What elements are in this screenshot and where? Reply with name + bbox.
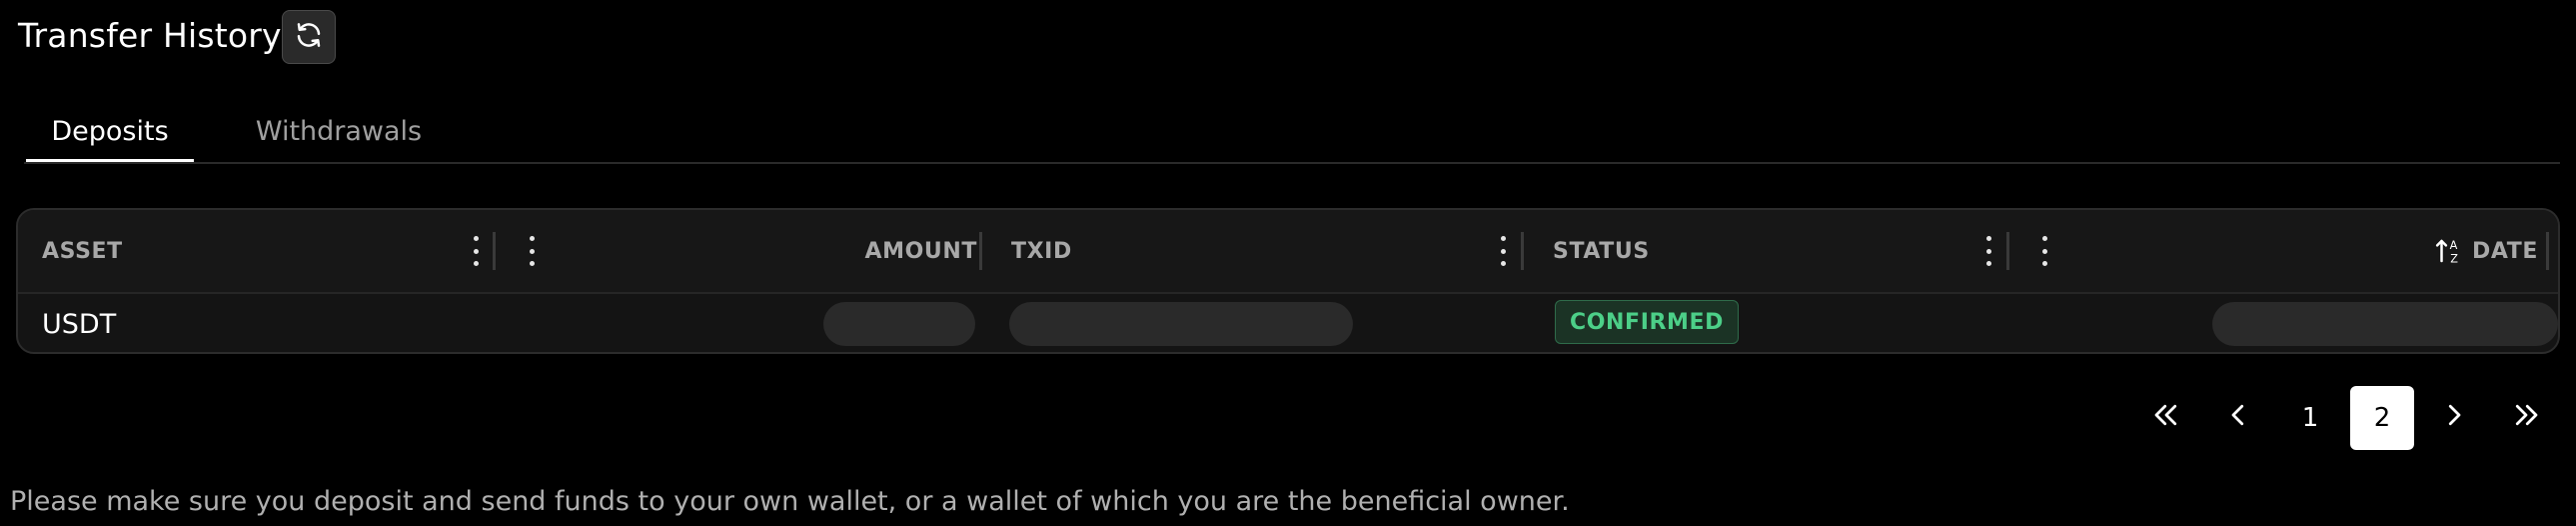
previous-page-button[interactable] xyxy=(2206,386,2270,450)
amount-column-menu-icon[interactable] xyxy=(526,236,538,266)
status-badge: CONFIRMED xyxy=(1555,300,1739,344)
chevron-left-icon xyxy=(2223,400,2253,437)
date-cell xyxy=(2212,302,2558,346)
page-title: Transfer History xyxy=(18,16,282,55)
column-header-txid[interactable]: TXID xyxy=(1011,210,1072,292)
column-resize-handle[interactable] xyxy=(1521,232,1524,270)
column-resize-handle[interactable] xyxy=(493,232,496,270)
column-header-asset[interactable]: ASSET xyxy=(42,210,123,292)
chevron-right-icon xyxy=(2439,400,2469,437)
tab-withdrawals[interactable]: Withdrawals xyxy=(234,110,444,162)
column-header-amount[interactable]: AMOUNT xyxy=(864,210,977,292)
deposits-table: ASSET AMOUNT TXID STATUS A Z DATE USDT C… xyxy=(16,208,2560,354)
page-2-button[interactable]: 2 xyxy=(2350,386,2414,450)
column-header-date[interactable]: DATE xyxy=(2472,210,2538,292)
tab-bar: Deposits Withdrawals xyxy=(24,110,2560,164)
tab-deposits[interactable]: Deposits xyxy=(26,110,194,162)
refresh-button[interactable] xyxy=(282,10,336,64)
pagination: 1 2 xyxy=(2134,386,2558,450)
refresh-icon xyxy=(294,20,324,54)
page-1-button[interactable]: 1 xyxy=(2278,386,2342,450)
last-page-button[interactable] xyxy=(2494,386,2558,450)
double-chevron-right-icon xyxy=(2511,400,2541,437)
column-resize-handle[interactable] xyxy=(2546,232,2549,270)
amount-cell xyxy=(823,302,975,346)
txid-column-menu-icon[interactable] xyxy=(1497,236,1509,266)
asset-column-menu-icon[interactable] xyxy=(470,236,482,266)
svg-text:Z: Z xyxy=(2450,252,2458,265)
sort-ascending-icon[interactable]: A Z xyxy=(2434,236,2464,270)
svg-text:A: A xyxy=(2450,239,2458,252)
date-column-menu-icon[interactable] xyxy=(2038,236,2050,266)
asset-cell: USDT xyxy=(42,308,117,340)
column-resize-handle[interactable] xyxy=(2006,232,2009,270)
next-page-button[interactable] xyxy=(2422,386,2486,450)
column-header-status[interactable]: STATUS xyxy=(1553,210,1650,292)
table-row[interactable]: USDT CONFIRMED xyxy=(18,294,2558,352)
first-page-button[interactable] xyxy=(2134,386,2198,450)
txid-cell xyxy=(1009,302,1353,346)
column-resize-handle[interactable] xyxy=(979,232,982,270)
table-header: ASSET AMOUNT TXID STATUS A Z DATE xyxy=(18,210,2558,294)
status-column-menu-icon[interactable] xyxy=(1982,236,1994,266)
double-chevron-left-icon xyxy=(2151,400,2181,437)
deposit-warning-note: Please make sure you deposit and send fu… xyxy=(10,486,1570,517)
